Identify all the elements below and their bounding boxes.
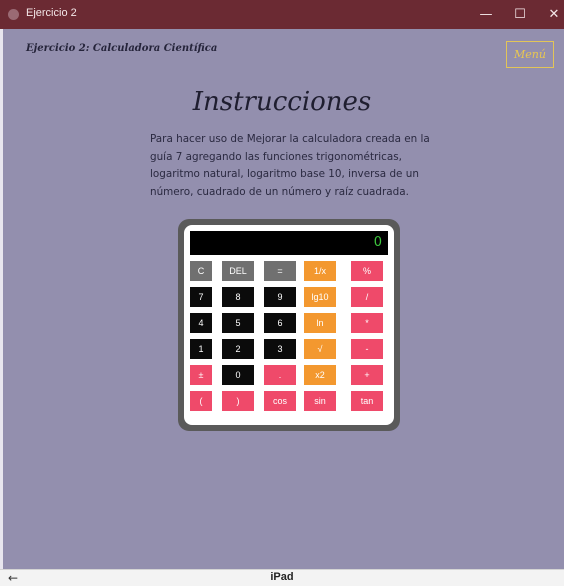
calc-key[interactable]: x2	[304, 365, 336, 385]
bottom-bar: ← iPad	[0, 569, 564, 586]
page-title: Instrucciones	[192, 87, 372, 117]
calc-key[interactable]: /	[351, 287, 383, 307]
calc-key[interactable]: 0	[222, 365, 254, 385]
calc-key[interactable]: 2	[222, 339, 254, 359]
calc-key[interactable]: C	[190, 261, 212, 281]
calc-key[interactable]: *	[351, 313, 383, 333]
calc-key[interactable]: lg10	[304, 287, 336, 307]
calc-key[interactable]: √	[304, 339, 336, 359]
page-subtitle: Ejercicio 2: Calculadora Científica	[26, 43, 218, 54]
calc-key[interactable]: DEL	[222, 261, 254, 281]
calc-key[interactable]: %	[351, 261, 383, 281]
calc-key[interactable]: 5	[222, 313, 254, 333]
instructions-line: guía 7 agregando las funciones trigonomé…	[150, 150, 402, 163]
calc-key[interactable]: 6	[264, 313, 296, 333]
calc-key[interactable]: =	[264, 261, 296, 281]
calc-key[interactable]: sin	[304, 391, 336, 411]
close-button[interactable]: ✕	[534, 0, 564, 29]
calc-key[interactable]: 4	[190, 313, 212, 333]
calc-key[interactable]: 1/x	[304, 261, 336, 281]
calc-key[interactable]: 3	[264, 339, 296, 359]
calc-key[interactable]: 8	[222, 287, 254, 307]
calc-key[interactable]: )	[222, 391, 254, 411]
instructions-text: Para hacer uso de Mejorar la calculadora…	[150, 131, 430, 201]
calculator: 0 C DEL = 1/x% 7 8 9 lg10 / 4 5 6 ln * 1 2 3 √ - ±0. x2 + () co…	[178, 219, 400, 431]
calc-key[interactable]: 1	[190, 339, 212, 359]
menu-button[interactable]: Menú	[506, 41, 554, 68]
app-content: Ejercicio 2: Calculadora Científica Menú…	[0, 29, 564, 569]
device-label: iPad	[270, 571, 294, 583]
window-titlebar: Ejercicio 2 — ☐ ✕	[0, 0, 564, 29]
calc-key[interactable]: .	[264, 365, 296, 385]
calc-key[interactable]: -	[351, 339, 383, 359]
window-title: Ejercicio 2	[26, 7, 77, 19]
calc-key[interactable]: 9	[264, 287, 296, 307]
calc-key[interactable]: 7	[190, 287, 212, 307]
instructions-line: logaritmo natural, logaritmo base 10, in…	[150, 168, 419, 180]
calc-key[interactable]: +	[351, 365, 383, 385]
calc-key[interactable]: ln	[304, 313, 336, 333]
calc-key[interactable]: cos	[264, 391, 296, 411]
calc-key[interactable]: (	[190, 391, 212, 411]
instructions-line: Para hacer uso de Mejorar la calculadora…	[150, 133, 430, 145]
calc-key[interactable]: ±	[190, 365, 212, 385]
calculator-display: 0	[190, 231, 388, 255]
app-icon	[8, 9, 19, 20]
calc-key[interactable]: tan	[351, 391, 383, 411]
instructions-line: número, cuadrado de un número y raíz cua…	[150, 185, 409, 198]
